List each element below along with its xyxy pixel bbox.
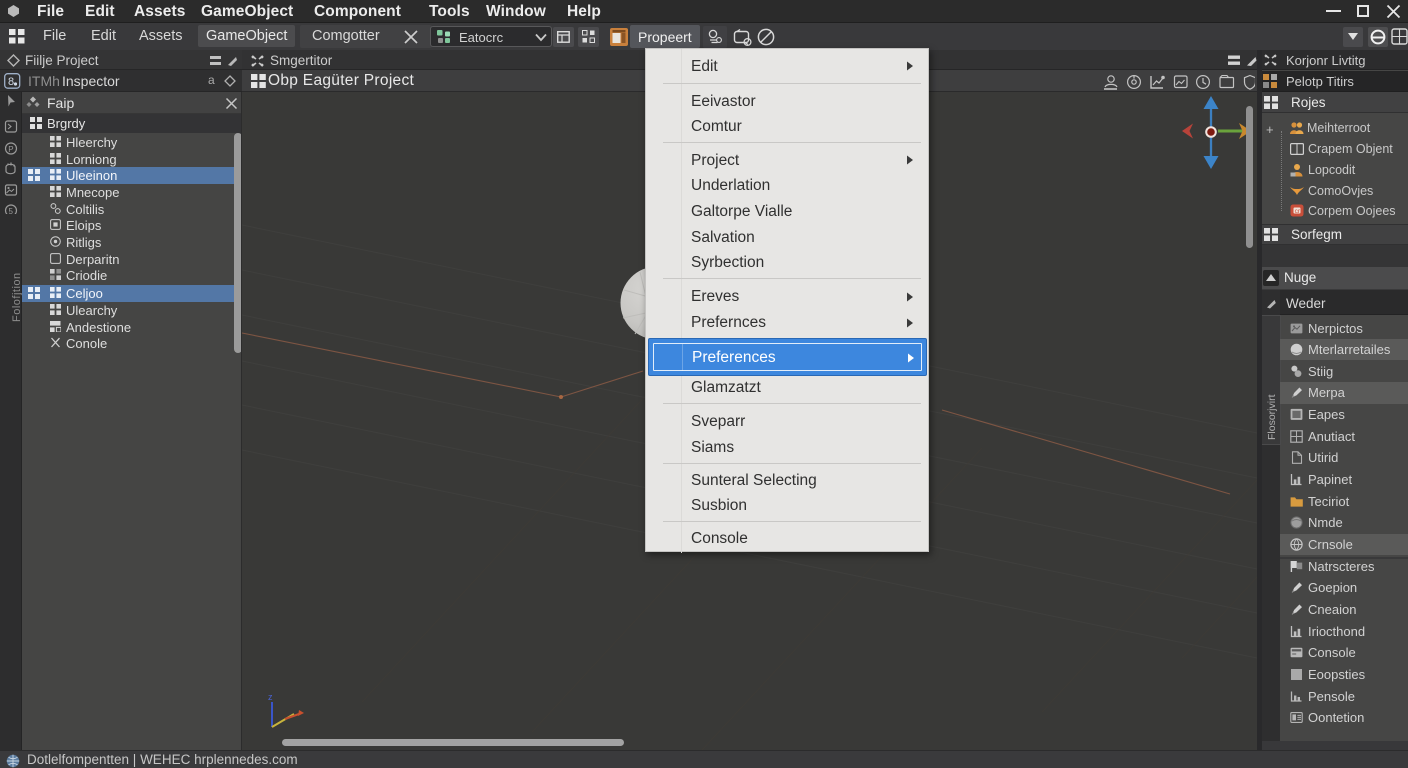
svg-text:z: z [268, 692, 273, 702]
svg-text:cr: cr [1295, 208, 1301, 215]
svg-text:8: 8 [8, 76, 14, 88]
svg-text:P: P [8, 145, 13, 154]
svg-text:5: 5 [9, 207, 14, 214]
